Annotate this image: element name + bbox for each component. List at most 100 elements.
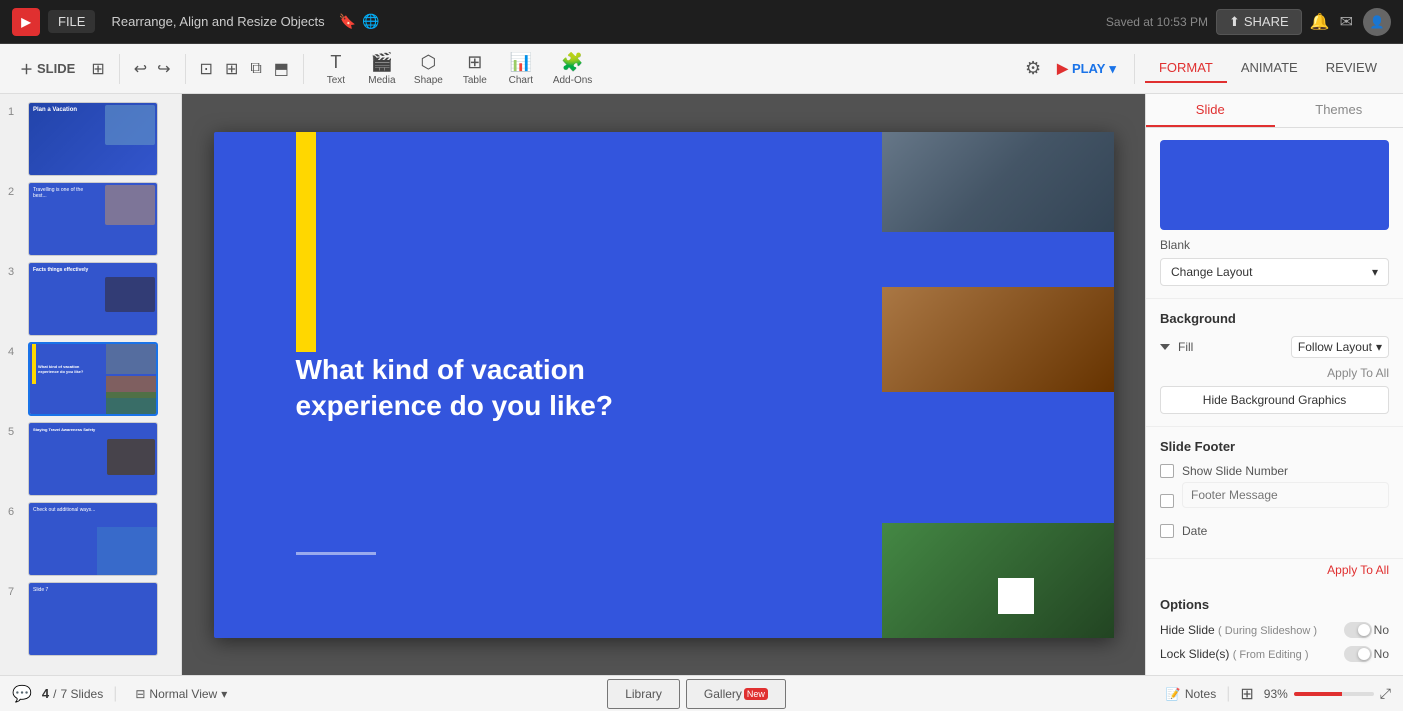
undo-button[interactable]: ↩ bbox=[130, 55, 151, 83]
hide-slide-thumb bbox=[1358, 624, 1370, 636]
hide-slide-track[interactable] bbox=[1344, 622, 1372, 638]
hide-slide-no-label: No bbox=[1374, 623, 1389, 637]
library-button[interactable]: Library bbox=[607, 679, 680, 709]
slide-thumbnail-5[interactable]: 5 Staying Travel Awareness Safety bbox=[8, 422, 173, 496]
slide-thumbnail-1[interactable]: 1 Plan a Vacation bbox=[8, 102, 173, 176]
slide-num-2: 2 bbox=[8, 186, 22, 198]
fit-icon[interactable]: ⊞ bbox=[1240, 684, 1253, 704]
background-title: Background bbox=[1160, 311, 1389, 326]
current-slide-num: 4 bbox=[42, 686, 49, 701]
layout-label: Blank bbox=[1160, 238, 1389, 252]
media-tool[interactable]: 🎬 Media bbox=[360, 48, 404, 90]
shape-label: Shape bbox=[414, 75, 443, 86]
photo-cyclists bbox=[882, 132, 1114, 232]
view-mode-button[interactable]: ⊟ Normal View ▾ bbox=[135, 687, 227, 701]
play-button[interactable]: ▶ PLAY ▾ bbox=[1049, 56, 1124, 81]
top-bar: ▶ FILE Rearrange, Align and Resize Objec… bbox=[0, 0, 1403, 44]
divider-4 bbox=[1134, 54, 1135, 84]
chart-tool[interactable]: 📊 Chart bbox=[499, 48, 543, 90]
layout-preview bbox=[1160, 140, 1389, 230]
fill-row: Fill Follow Layout ▾ bbox=[1160, 336, 1389, 358]
slide-img-7: Slide 7 bbox=[28, 582, 158, 656]
main-layout: 1 Plan a Vacation 2 Travelling is one of… bbox=[0, 94, 1403, 675]
shape-tool[interactable]: ⬡ Shape bbox=[406, 48, 451, 90]
panel-tab-slide[interactable]: Slide bbox=[1146, 94, 1275, 127]
share-button[interactable]: ⬆ SHARE bbox=[1216, 9, 1302, 35]
globe-icon[interactable]: 🌐 bbox=[362, 13, 379, 30]
panel-tab-themes[interactable]: Themes bbox=[1275, 94, 1403, 127]
lock-slide-row: Lock Slide(s) ( From Editing ) No bbox=[1160, 646, 1389, 662]
arrange-button[interactable]: ⊞ bbox=[221, 55, 242, 83]
mail-icon[interactable]: ✉ bbox=[1340, 12, 1353, 32]
plus-icon: ＋ bbox=[20, 59, 33, 78]
fill-expand-icon[interactable] bbox=[1160, 344, 1170, 350]
hide-background-button[interactable]: Hide Background Graphics bbox=[1160, 386, 1389, 414]
lock-slide-label: Lock Slide(s) ( From Editing ) bbox=[1160, 647, 1338, 661]
chat-icon[interactable]: 💬 bbox=[12, 684, 32, 704]
slide-num-5: 5 bbox=[8, 426, 22, 438]
addons-tool[interactable]: 🧩 Add-Ons bbox=[545, 48, 600, 90]
animate-tab[interactable]: ANIMATE bbox=[1227, 54, 1312, 83]
slide-img-3: Facts things effectively bbox=[28, 262, 158, 336]
footer-message-input[interactable] bbox=[1182, 482, 1389, 508]
slide-thumbnail-6[interactable]: 6 Check out additional ways... bbox=[8, 502, 173, 576]
notes-label: Notes bbox=[1185, 687, 1216, 701]
change-layout-arrow: ▾ bbox=[1372, 265, 1378, 279]
total-slides: 7 Slides bbox=[61, 687, 104, 701]
review-tab[interactable]: REVIEW bbox=[1312, 54, 1391, 83]
slide-thumbnail-3[interactable]: 3 Facts things effectively bbox=[8, 262, 173, 336]
addons-label: Add-Ons bbox=[553, 75, 592, 86]
hide-slide-label: Hide Slide ( During Slideshow ) bbox=[1160, 623, 1338, 637]
bottom-divider-1: | bbox=[1226, 685, 1230, 703]
notes-button[interactable]: 📝 Notes bbox=[1166, 687, 1216, 701]
saved-status: Saved at 10:53 PM bbox=[1106, 15, 1208, 29]
add-slide-button[interactable]: ＋ SLIDE bbox=[12, 55, 83, 82]
slide-thumbnail-4[interactable]: 4 What kind of vacation experience do yo… bbox=[8, 342, 173, 416]
white-rectangle bbox=[998, 578, 1034, 614]
footer-message-row bbox=[1160, 486, 1389, 516]
notification-icon[interactable]: 🔔 bbox=[1310, 12, 1330, 32]
fit-screen-icon[interactable]: ⤢ bbox=[1380, 685, 1391, 702]
master-view-button[interactable]: ⊡ bbox=[196, 55, 217, 83]
layout-section: Blank Change Layout ▾ bbox=[1146, 128, 1403, 299]
show-slide-number-label: Show Slide Number bbox=[1182, 464, 1288, 478]
footer-message-checkbox[interactable] bbox=[1160, 494, 1174, 508]
format-tabs: FORMAT ANIMATE REVIEW bbox=[1145, 54, 1391, 83]
footer-section: Slide Footer Show Slide Number Date bbox=[1146, 427, 1403, 559]
copy-button[interactable]: ⧉ bbox=[246, 56, 265, 82]
change-layout-button[interactable]: Change Layout ▾ bbox=[1160, 258, 1389, 286]
zoom-slider[interactable] bbox=[1294, 692, 1374, 696]
grid-view-button[interactable]: ⊞ bbox=[87, 55, 108, 83]
divider-3 bbox=[303, 54, 304, 84]
date-label: Date bbox=[1182, 524, 1207, 538]
date-checkbox[interactable] bbox=[1160, 524, 1174, 538]
follow-layout-select[interactable]: Follow Layout ▾ bbox=[1291, 336, 1389, 358]
apply-all-red[interactable]: Apply To All bbox=[1146, 563, 1403, 585]
paste-button[interactable]: ⬒ bbox=[270, 55, 293, 83]
text-tool[interactable]: T Text bbox=[314, 48, 358, 90]
lock-slide-track[interactable] bbox=[1344, 646, 1372, 662]
settings-button[interactable]: ⚙ bbox=[1021, 54, 1045, 83]
slide-img-4: What kind of vacation experience do you … bbox=[28, 342, 158, 416]
text-label: Text bbox=[327, 75, 345, 86]
show-slide-number-checkbox[interactable] bbox=[1160, 464, 1174, 478]
insert-tools: T Text 🎬 Media ⬡ Shape ⊞ Table 📊 Chart 🧩… bbox=[314, 48, 600, 90]
table-tool[interactable]: ⊞ Table bbox=[453, 48, 497, 90]
file-button[interactable]: FILE bbox=[48, 10, 95, 33]
apply-to-all-text[interactable]: Apply To All bbox=[1160, 366, 1389, 380]
change-layout-label: Change Layout bbox=[1171, 265, 1252, 279]
bookmark-icon[interactable]: 🔖 bbox=[339, 13, 356, 30]
view-mode-icon: ⊟ bbox=[135, 687, 145, 701]
avatar[interactable]: 👤 bbox=[1363, 8, 1391, 36]
notes-icon: 📝 bbox=[1166, 687, 1181, 701]
slide-thumbnail-7[interactable]: 7 Slide 7 bbox=[8, 582, 173, 656]
follow-layout-label: Follow Layout bbox=[1298, 340, 1372, 354]
lock-slide-toggle[interactable]: No bbox=[1344, 646, 1389, 662]
format-tab[interactable]: FORMAT bbox=[1145, 54, 1227, 83]
slide-thumbnail-2[interactable]: 2 Travelling is one of the best... bbox=[8, 182, 173, 256]
play-label: PLAY bbox=[1072, 61, 1105, 76]
gallery-button[interactable]: GalleryNew bbox=[686, 679, 786, 709]
redo-button[interactable]: ↪ bbox=[153, 55, 174, 83]
canvas-area[interactable]: What kind of vacation experience do you … bbox=[182, 94, 1145, 675]
hide-slide-toggle[interactable]: No bbox=[1344, 622, 1389, 638]
